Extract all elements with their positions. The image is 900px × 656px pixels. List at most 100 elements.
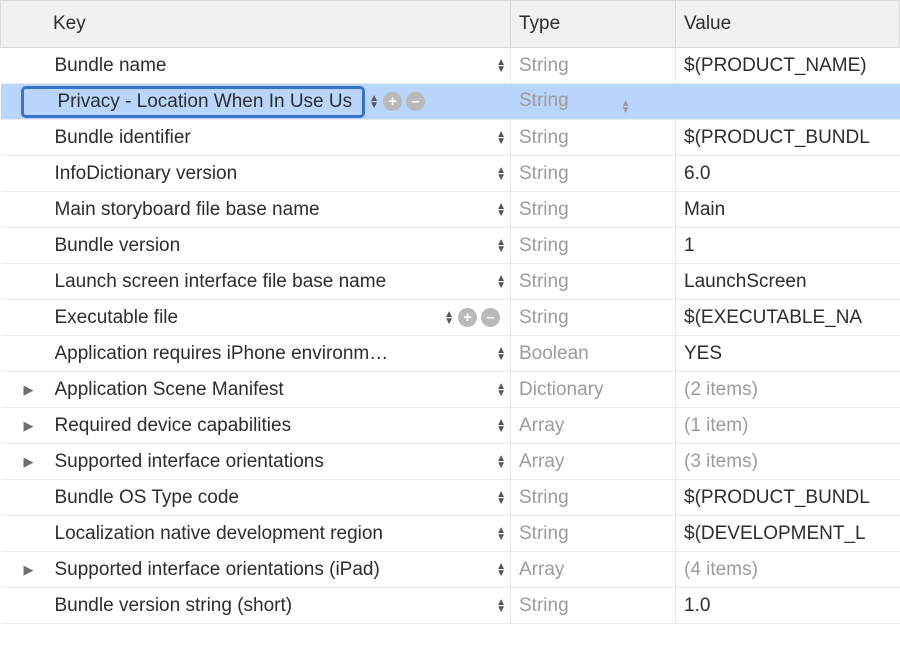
value-cell[interactable]: $(PRODUCT_NAME) [676,48,900,84]
key-cell[interactable]: ▶Launch screen interface file base name▲… [1,264,511,300]
table-row[interactable]: ▶Supported interface orientations (iPad)… [1,552,900,588]
key-stepper-icon[interactable]: ▲▼ [496,167,506,181]
value-cell[interactable]: 1 [676,228,900,264]
key-stepper-icon[interactable]: ▲▼ [496,599,506,613]
value-cell[interactable]: $(DEVELOPMENT_L [676,516,900,552]
type-cell[interactable]: String [511,480,676,516]
type-cell[interactable]: String [511,156,676,192]
type-cell[interactable]: String [511,516,676,552]
type-label: Array [519,559,564,580]
type-cell[interactable]: String [511,264,676,300]
key-stepper-icon[interactable]: ▲▼ [496,563,506,577]
value-cell[interactable]: (2 items) [676,372,900,408]
key-cell[interactable]: ▶Bundle version▲▼ [1,228,511,264]
type-label: String [519,235,569,256]
table-row[interactable]: ▶Executable file▲▼+–String$(EXECUTABLE_N… [1,300,900,336]
value-cell[interactable]: $(PRODUCT_BUNDL [676,120,900,156]
table-row[interactable]: ▶InfoDictionary version▲▼String 6.0 [1,156,900,192]
key-edit-box[interactable]: ▶Privacy - Location When In Use Us [21,86,366,118]
disclosure-triangle-icon[interactable]: ▶ [21,562,37,578]
table-row[interactable]: ▶Main storyboard file base name▲▼String M… [1,192,900,228]
key-cell[interactable]: ▶Localization native development region▲… [1,516,511,552]
key-cell[interactable]: ▶Required device capabilities▲▼ [1,408,511,444]
key-stepper-icon[interactable]: ▲▼ [496,419,506,433]
table-row[interactable]: ▶Launch screen interface file base name▲… [1,264,900,300]
key-cell[interactable]: ▶Supported interface orientations (iPad)… [1,552,511,588]
key-stepper-icon[interactable]: ▲▼ [496,275,506,289]
table-row[interactable]: ▶Application requires iPhone environm…▲▼… [1,336,900,372]
type-cell[interactable]: Array [511,444,676,480]
value-cell[interactable]: (3 items) [676,444,900,480]
value-cell[interactable]: $(EXECUTABLE_NA [676,300,900,336]
key-stepper-icon[interactable]: ▲▼ [496,491,506,505]
type-cell[interactable]: Array [511,408,676,444]
key-stepper-icon[interactable]: ▲▼ [496,59,506,73]
key-stepper-icon[interactable]: ▲▼ [496,383,506,397]
add-row-button[interactable]: + [458,308,477,327]
header-key[interactable]: Key [1,1,511,48]
value-cell[interactable]: YES [676,336,900,372]
type-cell[interactable]: Array [511,552,676,588]
header-type[interactable]: Type [511,1,676,48]
key-cell[interactable]: ▶Bundle version string (short)▲▼ [1,588,511,624]
key-cell[interactable]: ▶Application Scene Manifest▲▼ [1,372,511,408]
key-cell[interactable]: ▶Bundle OS Type code▲▼ [1,480,511,516]
value-cell[interactable] [676,84,900,120]
value-cell[interactable]: 6.0 [676,156,900,192]
table-row[interactable]: ▶Privacy - Location When In Use Us▲▼+–St… [1,84,900,120]
type-cell[interactable]: String [511,120,676,156]
type-cell[interactable]: String [511,48,676,84]
key-stepper-icon[interactable]: ▲▼ [369,95,379,109]
key-stepper-icon[interactable]: ▲▼ [496,239,506,253]
key-cell[interactable]: ▶Supported interface orientations▲▼ [1,444,511,480]
value-label: $(DEVELOPMENT_L [684,523,866,544]
table-row[interactable]: ▶Application Scene Manifest▲▼Dictionary(… [1,372,900,408]
key-cell[interactable]: ▶Main storyboard file base name▲▼ [1,192,511,228]
value-cell[interactable]: (1 item) [676,408,900,444]
table-row[interactable]: ▶Bundle version▲▼ String 1 [1,228,900,264]
value-cell[interactable]: Main [676,192,900,228]
remove-row-button[interactable]: – [481,308,500,327]
table-row[interactable]: ▶Bundle version string (short)▲▼String1.… [1,588,900,624]
table-row[interactable]: ▶Localization native development region▲… [1,516,900,552]
key-cell[interactable]: ▶InfoDictionary version▲▼ [1,156,511,192]
table-row[interactable]: ▶Bundle identifier▲▼String$(PRODUCT_BUND… [1,120,900,156]
key-stepper-icon[interactable]: ▲▼ [496,347,506,361]
key-stepper-icon[interactable]: ▲▼ [496,527,506,541]
value-cell[interactable]: LaunchScreen [676,264,900,300]
key-label: Main storyboard file base name [55,199,493,221]
type-stepper-icon[interactable]: ▲▼ [621,100,631,114]
disclosure-triangle-icon[interactable]: ▶ [21,382,37,398]
key-cell[interactable]: ▶Application requires iPhone environm…▲▼ [1,336,511,372]
type-cell[interactable]: String [511,300,676,336]
table-row[interactable]: ▶Supported interface orientations▲▼Array… [1,444,900,480]
type-cell[interactable]: String [511,228,676,264]
key-cell[interactable]: ▶Bundle identifier▲▼ [1,120,511,156]
key-cell[interactable]: ▶Privacy - Location When In Use Us▲▼ +– [1,84,511,120]
key-stepper-icon[interactable]: ▲▼ [496,203,506,217]
key-cell[interactable]: ▶Bundle name▲▼ [1,48,511,84]
type-cell[interactable]: String [511,192,676,228]
type-cell[interactable]: String [511,588,676,624]
table-row[interactable]: ▶Bundle OS Type code▲▼String$(PRODUCT_BU… [1,480,900,516]
table-row[interactable]: ▶Bundle name▲▼String$(PRODUCT_NAME) [1,48,900,84]
add-row-button[interactable]: + [383,92,402,111]
value-cell[interactable]: (4 items) [676,552,900,588]
key-stepper-icon[interactable]: ▲▼ [444,311,454,325]
type-cell[interactable]: Dictionary [511,372,676,408]
value-label: 6.0 [684,163,710,184]
type-cell[interactable]: String▲▼ [511,84,676,120]
header-value[interactable]: Value [676,1,900,48]
value-label: Main [684,199,725,220]
key-stepper-icon[interactable]: ▲▼ [496,131,506,145]
value-cell[interactable]: 1.0 [676,588,900,624]
plist-table: Key Type Value ▶Bundle name▲▼String$(PRO… [0,0,900,624]
key-cell[interactable]: ▶Executable file▲▼+– [1,300,511,336]
disclosure-triangle-icon[interactable]: ▶ [21,418,37,434]
disclosure-triangle-icon[interactable]: ▶ [21,454,37,470]
type-cell[interactable]: Boolean [511,336,676,372]
key-stepper-icon[interactable]: ▲▼ [496,455,506,469]
table-row[interactable]: ▶Required device capabilities▲▼Array(1 i… [1,408,900,444]
value-cell[interactable]: $(PRODUCT_BUNDL [676,480,900,516]
remove-row-button[interactable]: – [406,92,425,111]
